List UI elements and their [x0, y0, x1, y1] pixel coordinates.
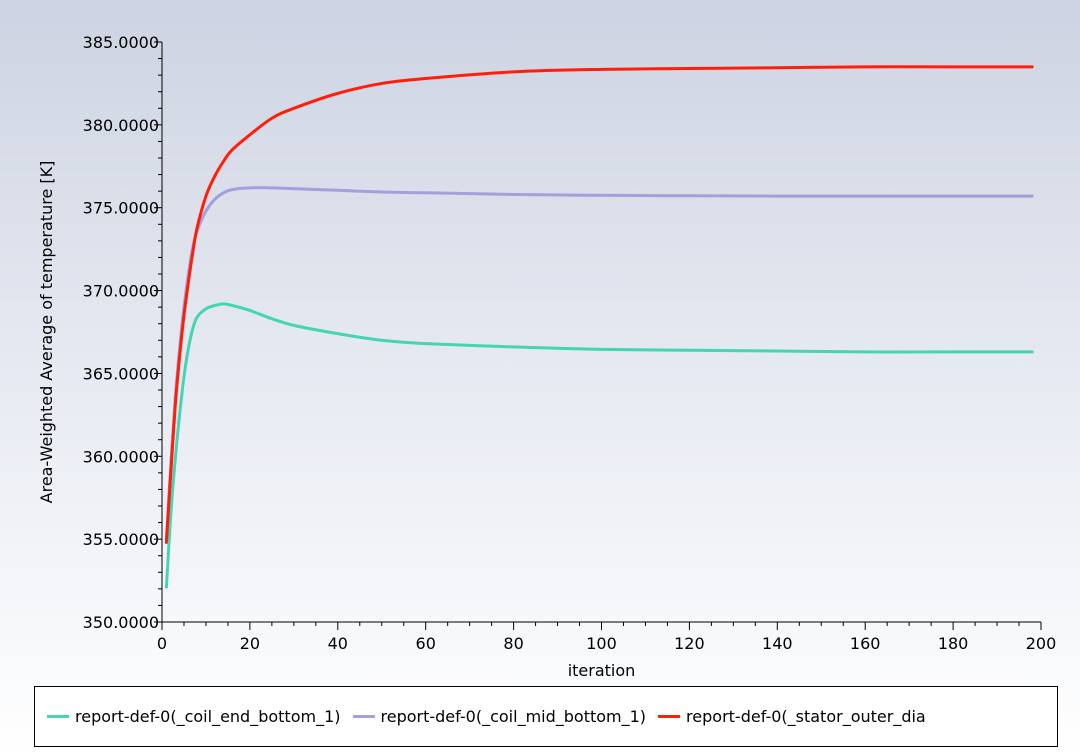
series-line-coil-mid-bottom [164, 186, 1034, 541]
x-tick-label: 120 [674, 634, 705, 653]
y-tick-label: 370.0000 [83, 282, 159, 301]
y-tick-label: 360.0000 [83, 447, 159, 466]
chart-legend: report-def-0(_coil_end_bottom_1) report-… [34, 686, 1058, 747]
x-tick-label: 100 [586, 634, 617, 653]
series-lines [164, 65, 1034, 589]
y-tick-label: 355.0000 [83, 530, 159, 549]
legend-label-coil-end-bottom: report-def-0(_coil_end_bottom_1) [75, 707, 341, 726]
series-line-stator-outer-dia [164, 65, 1034, 544]
legend-item-coil-end-bottom: report-def-0(_coil_end_bottom_1) [47, 707, 341, 726]
x-tick-label: 0 [157, 634, 167, 653]
series-line-coil-end-bottom [164, 302, 1034, 589]
y-tick-label: 380.0000 [83, 116, 159, 135]
legend-label-coil-mid-bottom: report-def-0(_coil_mid_bottom_1) [380, 707, 647, 726]
y-tick-label: 350.0000 [83, 613, 159, 632]
legend-swatch-stator-outer-dia [658, 715, 681, 718]
legend-item-coil-mid-bottom: report-def-0(_coil_mid_bottom_1) [352, 707, 647, 726]
tick-labels: 350.0000 355.0000 360.0000 365.0000 370.0000… [83, 33, 1057, 653]
x-tick-label: 180 [938, 634, 969, 653]
legend-swatch-coil-mid-bottom [352, 715, 375, 718]
x-tick-label: 60 [416, 634, 436, 653]
y-tick-label: 365.0000 [83, 364, 159, 383]
line-chart: 350.0000 355.0000 360.0000 365.0000 370.0000… [37, 33, 1057, 680]
y-tick-label: 385.0000 [83, 33, 159, 52]
x-tick-label: 40 [328, 634, 348, 653]
x-tick-label: 200 [1026, 634, 1057, 653]
legend-swatch-coil-end-bottom [47, 715, 69, 718]
legend-label-stator-outer-dia: report-def-0(_stator_outer_dia [686, 707, 926, 726]
y-axis-title: Area-Weighted Average of temperature [K] [37, 161, 56, 504]
x-tick-label: 160 [850, 634, 881, 653]
x-tick-label: 140 [762, 634, 793, 653]
x-tick-label: 80 [503, 634, 523, 653]
axis-ticks [154, 41, 1042, 630]
x-tick-label: 20 [240, 634, 260, 653]
x-axis-title: iteration [568, 661, 636, 680]
y-tick-label: 375.0000 [83, 199, 159, 218]
legend-item-stator-outer-dia: report-def-0(_stator_outer_dia [658, 707, 926, 726]
